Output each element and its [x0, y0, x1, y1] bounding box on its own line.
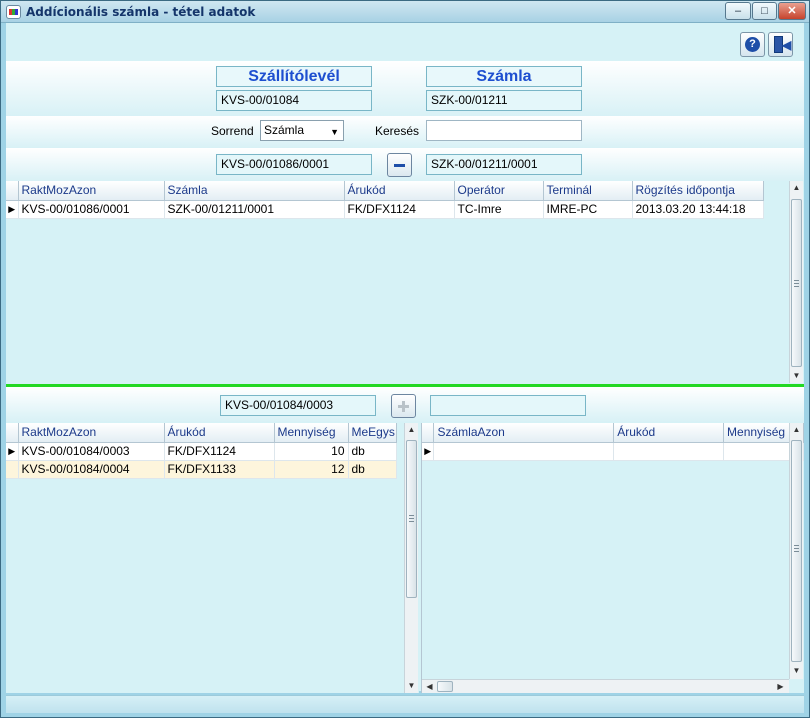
close-button[interactable]: ✕	[778, 2, 806, 20]
column-header[interactable]: Rögzítés időpontja	[632, 181, 764, 201]
status-bar	[6, 695, 804, 713]
sort-label: Sorrend	[211, 124, 254, 138]
column-header[interactable]: Árukód	[613, 423, 725, 443]
vertical-scrollbar[interactable]: ▲ ▼	[789, 423, 803, 679]
table-cell[interactable]: TC-Imre	[454, 200, 544, 219]
assign-pair-bar: KVS-00/01084/0003	[6, 387, 804, 422]
maximize-button[interactable]: □	[752, 2, 777, 20]
column-header[interactable]: Árukód	[164, 423, 275, 443]
vertical-scrollbar[interactable]: ▲ ▼	[789, 181, 803, 383]
search-input[interactable]	[426, 120, 582, 141]
delivery-note-title: Szállítólevél	[216, 66, 372, 87]
table-row[interactable]: ▶ KVS-00/01086/0001 SZK-00/01211/0001 FK…	[6, 200, 764, 219]
table-cell[interactable]: KVS-00/01086/0001	[18, 200, 165, 219]
help-button[interactable]: ?	[740, 32, 765, 57]
column-header[interactable]: Árukód	[344, 181, 455, 201]
row-indicator-header	[6, 423, 19, 443]
scroll-down-icon[interactable]: ▼	[405, 679, 418, 693]
table-cell[interactable]: FK/DFX1124	[164, 442, 275, 461]
search-label: Keresés	[375, 124, 420, 138]
scroll-down-icon[interactable]: ▼	[790, 664, 803, 678]
horizontal-scrollbar[interactable]: ◀ ▶	[422, 679, 789, 693]
filter-bar: Sorrend Számla ▼ Keresés	[6, 116, 804, 148]
delivery-note-number: KVS-00/01084	[216, 90, 372, 111]
current-row-icon: ▶	[6, 200, 19, 219]
window-title: Addícionális számla - tétel adatok	[26, 5, 256, 19]
row-indicator-header	[422, 423, 435, 443]
column-header[interactable]: RaktMozAzon	[18, 181, 165, 201]
scroll-left-icon[interactable]: ◀	[423, 680, 436, 693]
linked-invoice-item-id: SZK-00/01211/0001	[426, 154, 582, 175]
movement-items-grid: RaktMozAzon Árukód Mennyiség MeEgys ▶ KV…	[6, 423, 419, 693]
column-header[interactable]: MeEgys	[348, 423, 397, 443]
column-header[interactable]: SzámlaAzon	[433, 423, 615, 443]
vertical-scrollbar[interactable]: ▲ ▼	[404, 423, 418, 693]
invoice-items-table: SzámlaAzon Árukód Mennyiség ▶	[422, 423, 804, 461]
column-header[interactable]: Operátor	[454, 181, 544, 201]
scroll-up-icon[interactable]: ▲	[790, 181, 803, 195]
movement-items-table: RaktMozAzon Árukód Mennyiség MeEgys ▶ KV…	[6, 423, 397, 479]
arrow-left-icon: ◀	[782, 38, 792, 52]
link-button[interactable]	[391, 394, 416, 418]
linked-items-grid: RaktMozAzon Számla Árukód Operátor Termi…	[6, 181, 804, 383]
minimize-button[interactable]: ‒	[725, 2, 751, 20]
linked-pair-bar: KVS-00/01086/0001 SZK-00/01211/0001	[6, 148, 804, 181]
sort-select-value: Számla	[264, 123, 305, 137]
table-row[interactable]: ▶	[422, 442, 804, 461]
column-header[interactable]: Mennyiség	[274, 423, 349, 443]
chevron-down-icon: ▼	[330, 127, 339, 137]
toolbar: ? ◀	[6, 27, 804, 61]
invoice-items-grid: SzámlaAzon Árukód Mennyiség ▶ ▲ ▼ ◀ ▶	[421, 423, 804, 693]
table-cell[interactable]: FK/DFX1124	[344, 200, 455, 219]
column-header[interactable]: RaktMozAzon	[18, 423, 165, 443]
row-indicator-header	[6, 181, 19, 201]
table-cell[interactable]: FK/DFX1133	[164, 460, 275, 479]
exit-button[interactable]: ◀	[768, 32, 793, 57]
invoice-number: SZK-00/01211	[426, 90, 582, 111]
selected-invoice-item-id	[430, 395, 586, 416]
current-row-icon: ▶	[422, 442, 435, 461]
scroll-thumb[interactable]	[791, 199, 802, 367]
linked-movement-id: KVS-00/01086/0001	[216, 154, 372, 175]
sort-select[interactable]: Számla ▼	[260, 120, 344, 141]
table-cell[interactable]: 10	[274, 442, 349, 461]
help-icon: ?	[745, 37, 760, 52]
scroll-right-icon[interactable]: ▶	[774, 680, 787, 693]
title-bar[interactable]: Addícionális számla - tétel adatok ‒ □ ✕	[1, 1, 809, 23]
column-header[interactable]: Számla	[164, 181, 345, 201]
table-row[interactable]: KVS-00/01084/0004 FK/DFX1133 12 db	[6, 460, 397, 479]
table-cell[interactable]: KVS-00/01084/0004	[18, 460, 165, 479]
table-cell[interactable]: KVS-00/01084/0003	[18, 442, 165, 461]
table-cell[interactable]: 12	[274, 460, 349, 479]
app-window: Addícionális számla - tétel adatok ‒ □ ✕…	[0, 0, 810, 718]
current-row-icon: ▶	[6, 442, 19, 461]
scroll-down-icon[interactable]: ▼	[790, 369, 803, 383]
unlink-button[interactable]	[387, 153, 412, 177]
scroll-up-icon[interactable]: ▲	[405, 423, 418, 437]
invoice-title: Számla	[426, 66, 582, 87]
table-cell[interactable]: db	[348, 460, 397, 479]
table-cell[interactable]: SZK-00/01211/0001	[164, 200, 345, 219]
table-cell[interactable]: db	[348, 442, 397, 461]
scroll-thumb[interactable]	[406, 440, 417, 598]
scroll-thumb[interactable]	[791, 440, 802, 662]
table-cell[interactable]: IMRE-PC	[543, 200, 633, 219]
app-icon	[6, 5, 21, 19]
selected-movement-id: KVS-00/01084/0003	[220, 395, 376, 416]
scroll-thumb[interactable]	[437, 681, 453, 692]
linked-items-table: RaktMozAzon Számla Árukód Operátor Termi…	[6, 181, 764, 219]
table-row[interactable]: ▶ KVS-00/01084/0003 FK/DFX1124 10 db	[6, 442, 397, 461]
table-cell[interactable]: 2013.03.20 13:44:18	[632, 200, 764, 219]
minus-icon	[394, 164, 405, 167]
column-header[interactable]: Terminál	[543, 181, 633, 201]
table-cell[interactable]	[613, 442, 725, 461]
table-cell[interactable]	[433, 442, 615, 461]
document-header: Szállítólevél KVS-00/01084 Számla SZK-00…	[6, 61, 804, 116]
scroll-up-icon[interactable]: ▲	[790, 423, 803, 437]
